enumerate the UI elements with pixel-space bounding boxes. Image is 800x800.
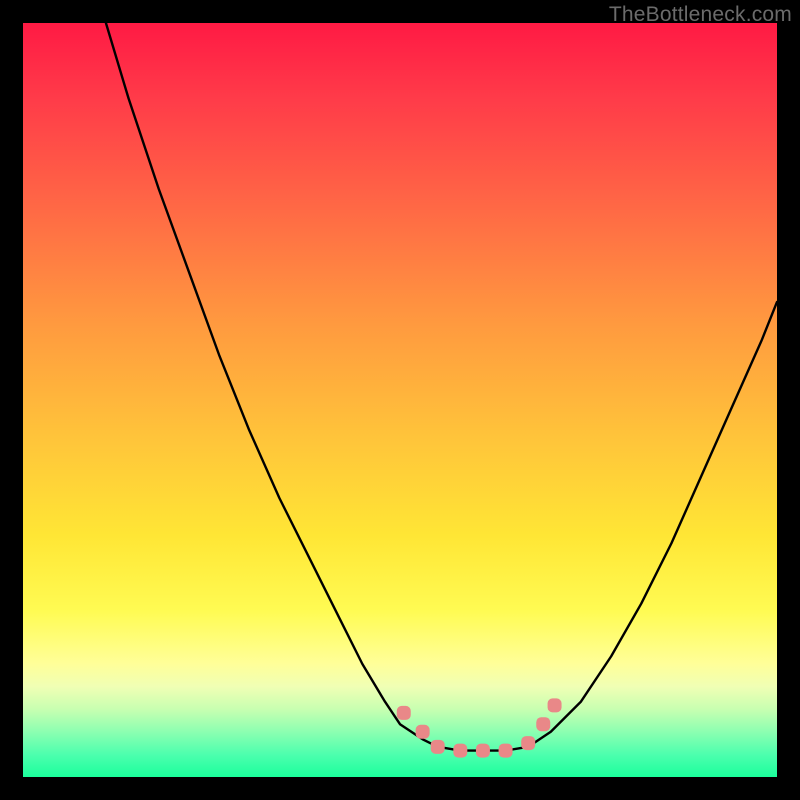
plot-area	[23, 23, 777, 777]
curve-layer	[23, 23, 777, 777]
highlight-marker	[397, 706, 411, 720]
highlight-marker	[453, 744, 467, 758]
highlight-marker	[476, 744, 490, 758]
highlight-marker	[416, 725, 430, 739]
chart-frame: TheBottleneck.com	[0, 0, 800, 800]
highlight-marker	[431, 740, 445, 754]
highlight-marker	[536, 717, 550, 731]
bottleneck-curve	[106, 23, 777, 751]
highlight-marker	[548, 698, 562, 712]
highlight-marker	[521, 736, 535, 750]
curve-group	[106, 23, 777, 751]
markers-group	[397, 698, 562, 757]
watermark-text: TheBottleneck.com	[609, 3, 792, 27]
highlight-marker	[499, 744, 513, 758]
